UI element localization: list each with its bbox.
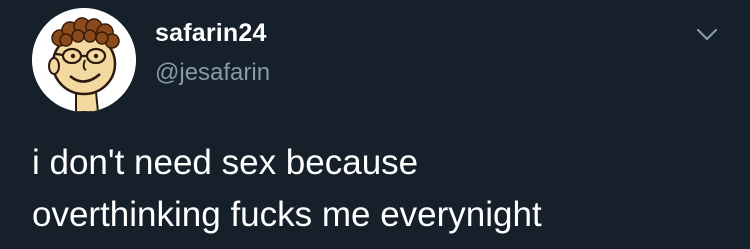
avatar[interactable] bbox=[32, 8, 136, 112]
tweet-text-line-2: overthinking fucks me everynight bbox=[32, 195, 542, 234]
tweet-text-line-1: i don't need sex because bbox=[32, 143, 419, 182]
chevron-down-icon[interactable] bbox=[694, 24, 720, 44]
display-name[interactable]: safarin24 bbox=[155, 19, 267, 48]
user-handle[interactable]: @jesafarin bbox=[155, 59, 270, 87]
tweet-card: safarin24 @jesafarin i don't need sex be… bbox=[0, 0, 750, 249]
tweet-text: i don't need sex because overthinking fu… bbox=[32, 137, 732, 241]
cartoon-face-avatar-icon bbox=[32, 8, 136, 112]
